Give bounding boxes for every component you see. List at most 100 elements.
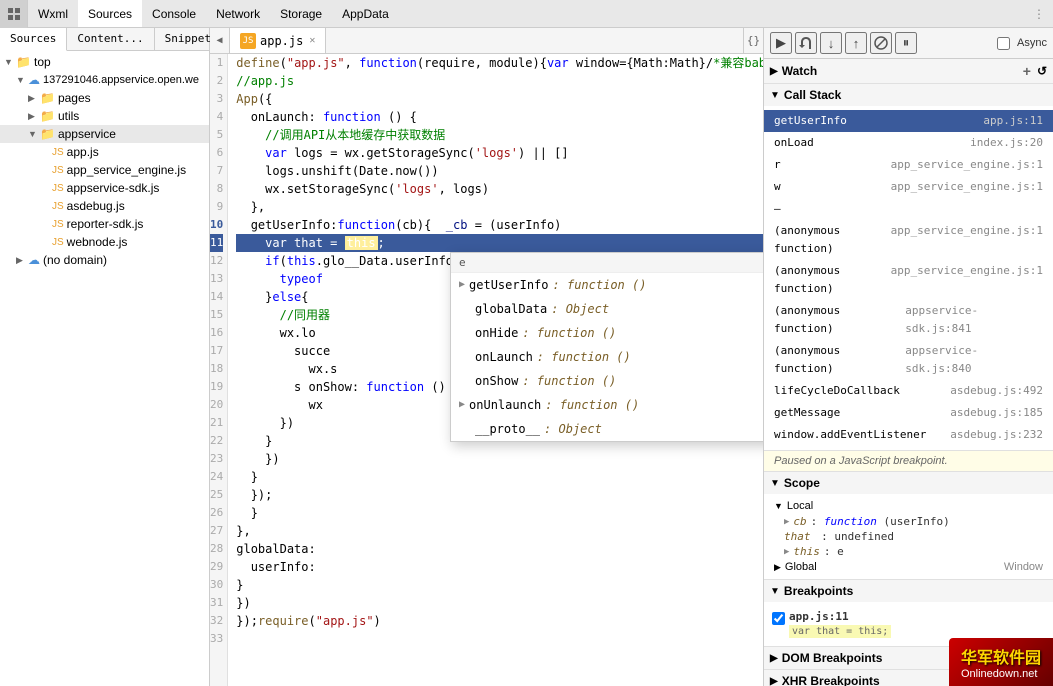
autocomplete-item-onhide[interactable]: onHide : function () (451, 321, 763, 345)
code-line-5: //调用API从本地缓存中获取数据 (236, 126, 763, 144)
tree-label-asdebug: asdebug.js (67, 199, 125, 213)
code-line-26: } (236, 504, 763, 522)
tree-arrow: ▼ (4, 57, 16, 67)
step-over-btn[interactable] (795, 32, 817, 54)
menu-appdata[interactable]: AppData (332, 0, 399, 27)
js-icon2: JS (52, 165, 64, 176)
pause-message: Paused on a JavaScript breakpoint. (764, 451, 1053, 472)
folder-icon: 📁 (16, 55, 32, 69)
pause-on-exception-btn[interactable]: ⏸ (895, 32, 917, 54)
callstack-item-r[interactable]: r app_service_engine.js:1 (764, 154, 1053, 176)
format-icon: {} (747, 34, 760, 47)
callstack-item-w[interactable]: w app_service_engine.js:1 (764, 176, 1053, 198)
resume-btn[interactable]: ▶ (770, 32, 792, 54)
autocomplete-item-onlaunch[interactable]: onLaunch : function () (451, 345, 763, 369)
editor-format-btn[interactable]: {} (743, 28, 763, 54)
left-nav-icon: ◀ (216, 35, 222, 46)
tab-close-btn[interactable]: ✕ (309, 35, 315, 46)
callstack-item-anon4[interactable]: (anonymous function) appservice-sdk.js:8… (764, 340, 1053, 380)
breakpoints-label: Breakpoints (784, 584, 853, 598)
autocomplete-item-onunlaunch[interactable]: ▶ onUnlaunch : function () (451, 393, 763, 417)
scope-item-this[interactable]: ▶ this : e (764, 544, 1053, 559)
tree-item-nodomain[interactable]: ▶ ☁ (no domain) (0, 251, 209, 269)
step-out-btn[interactable]: ↑ (845, 32, 867, 54)
callstack-item-anon1[interactable]: (anonymous function) app_service_engine.… (764, 220, 1053, 260)
menu-wxml[interactable]: Wxml (28, 0, 78, 27)
autocomplete-item-onshow[interactable]: onShow : function () (451, 369, 763, 393)
callstack-header[interactable]: ▼ Call Stack (764, 84, 1053, 106)
breakpoints-header[interactable]: ▼ Breakpoints (764, 580, 1053, 602)
autocomplete-item-globaldata[interactable]: globalData : Object (451, 297, 763, 321)
tree-item-utils[interactable]: ▶ 📁 utils (0, 107, 209, 125)
editor-tab-nav-left[interactable]: ◀ (210, 28, 230, 54)
code-line-28: globalData: (236, 540, 763, 558)
item-type: : function () (553, 275, 647, 295)
deactivate-btn[interactable] (870, 32, 892, 54)
dom-arrow: ▶ (770, 653, 778, 664)
editor-tab-bar: ◀ JS app.js ✕ {} (210, 28, 763, 54)
tree-item-pages[interactable]: ▶ 📁 pages (0, 89, 209, 107)
callstack-item-lifecycle[interactable]: lifeCycleDoCallback asdebug.js:492 (764, 380, 1053, 402)
watch-refresh-btn[interactable]: ↺ (1037, 64, 1047, 78)
callstack-item-addeventlistener[interactable]: window.addEventListener asdebug.js:232 (764, 424, 1053, 446)
tree-item-webnode[interactable]: ▶ JS webnode.js (0, 233, 209, 251)
expand-arrow2: ▶ (459, 395, 465, 415)
editor-tab-appjs[interactable]: JS app.js ✕ (230, 28, 326, 53)
scope-item-cb[interactable]: ▶ cb : function (userInfo) (764, 514, 1053, 529)
right-panel: ▶ ↓ ↑ ⏸ Async ▶ Watch + ↺ (763, 28, 1053, 686)
watermark: 华军软件园 Onlinedown.net (949, 638, 1053, 686)
line-numbers: 1 2 3 4 5 6 7 8 9 10 11 12 13 14 15 16 1 (210, 54, 228, 686)
scope-header[interactable]: ▼ Scope (764, 472, 1053, 494)
step-into-btn[interactable]: ↓ (820, 32, 842, 54)
callstack-func: getUserInfo (774, 112, 847, 130)
callstack-func6: (anonymous function) (774, 222, 891, 258)
tree-item-engine[interactable]: ▶ JS app_service_engine.js (0, 161, 209, 179)
item-type2: : Object (551, 299, 609, 319)
tree-item-reporter[interactable]: ▶ JS reporter-sdk.js (0, 215, 209, 233)
callstack-item-dash[interactable]: – (764, 198, 1053, 220)
callstack-item-getuserinfo[interactable]: getUserInfo app.js:11 (764, 110, 1053, 132)
callstack-item-getmsg[interactable]: getMessage asdebug.js:185 (764, 402, 1053, 424)
menu-storage[interactable]: Storage (270, 0, 332, 27)
xhr-label: XHR Breakpoints (782, 674, 880, 686)
tree-item-domain[interactable]: ▼ ☁ 137291046.appservice.open.we (0, 71, 209, 89)
watch-add-btn[interactable]: + (1023, 63, 1031, 79)
item-name2: globalData (475, 299, 547, 319)
watch-header[interactable]: ▶ Watch + ↺ (764, 59, 1053, 83)
callstack-item-onload[interactable]: onLoad index.js:20 (764, 132, 1053, 154)
code-editor[interactable]: 1 2 3 4 5 6 7 8 9 10 11 12 13 14 15 16 1 (210, 54, 763, 686)
tree-item-sdk[interactable]: ▶ JS appservice-sdk.js (0, 179, 209, 197)
autocomplete-item-proto[interactable]: __proto__ : Object (451, 417, 763, 441)
callstack-item-anon3[interactable]: (anonymous function) appservice-sdk.js:8… (764, 300, 1053, 340)
watermark-line1: 华军软件园 (961, 644, 1041, 668)
async-checkbox[interactable] (997, 37, 1010, 50)
menu-console[interactable]: Console (142, 0, 206, 27)
tree-item-top[interactable]: ▼ 📁 top (0, 53, 209, 71)
tree-item-appjs[interactable]: ▶ JS app.js (0, 143, 209, 161)
expand-arrow: ▶ (459, 275, 465, 295)
menu-network[interactable]: Network (206, 0, 270, 27)
callstack-label: Call Stack (784, 88, 841, 102)
callstack-file4: app_service_engine.js:1 (891, 178, 1043, 196)
local-header[interactable]: ▼ Local (764, 498, 1053, 514)
callstack-item-anon2[interactable]: (anonymous function) app_service_engine.… (764, 260, 1053, 300)
tree-item-asdebug[interactable]: ▶ JS asdebug.js (0, 197, 209, 215)
breakpoint-checkbox-1[interactable] (772, 612, 785, 625)
tab-content[interactable]: Content... (67, 28, 154, 50)
tree-label-domain: 137291046.appservice.open.we (43, 74, 199, 86)
menu-more[interactable]: ⋮ (1033, 7, 1053, 21)
center-panel: ◀ JS app.js ✕ {} 1 2 3 4 5 6 (210, 28, 763, 686)
tree-item-appservice[interactable]: ▼ 📁 appservice (0, 125, 209, 143)
breakpoint-file-1: app.js:11 (789, 610, 891, 623)
tab-sources[interactable]: Sources (0, 28, 67, 51)
async-checkbox-wrap: Async (997, 37, 1047, 50)
tree-label-sdk: appservice-sdk.js (67, 181, 160, 195)
scope-item-that: that : undefined (764, 529, 1053, 544)
callstack-func10: lifeCycleDoCallback (774, 382, 900, 400)
autocomplete-item-getuserinfo[interactable]: ▶ getUserInfo : function () (451, 273, 763, 297)
callstack-func11: getMessage (774, 404, 840, 422)
callstack-func4: w (774, 178, 781, 196)
menu-sources[interactable]: Sources (78, 0, 142, 27)
scope-val-that: : undefined (821, 530, 894, 543)
global-header[interactable]: ▶ Global Window (764, 559, 1053, 575)
